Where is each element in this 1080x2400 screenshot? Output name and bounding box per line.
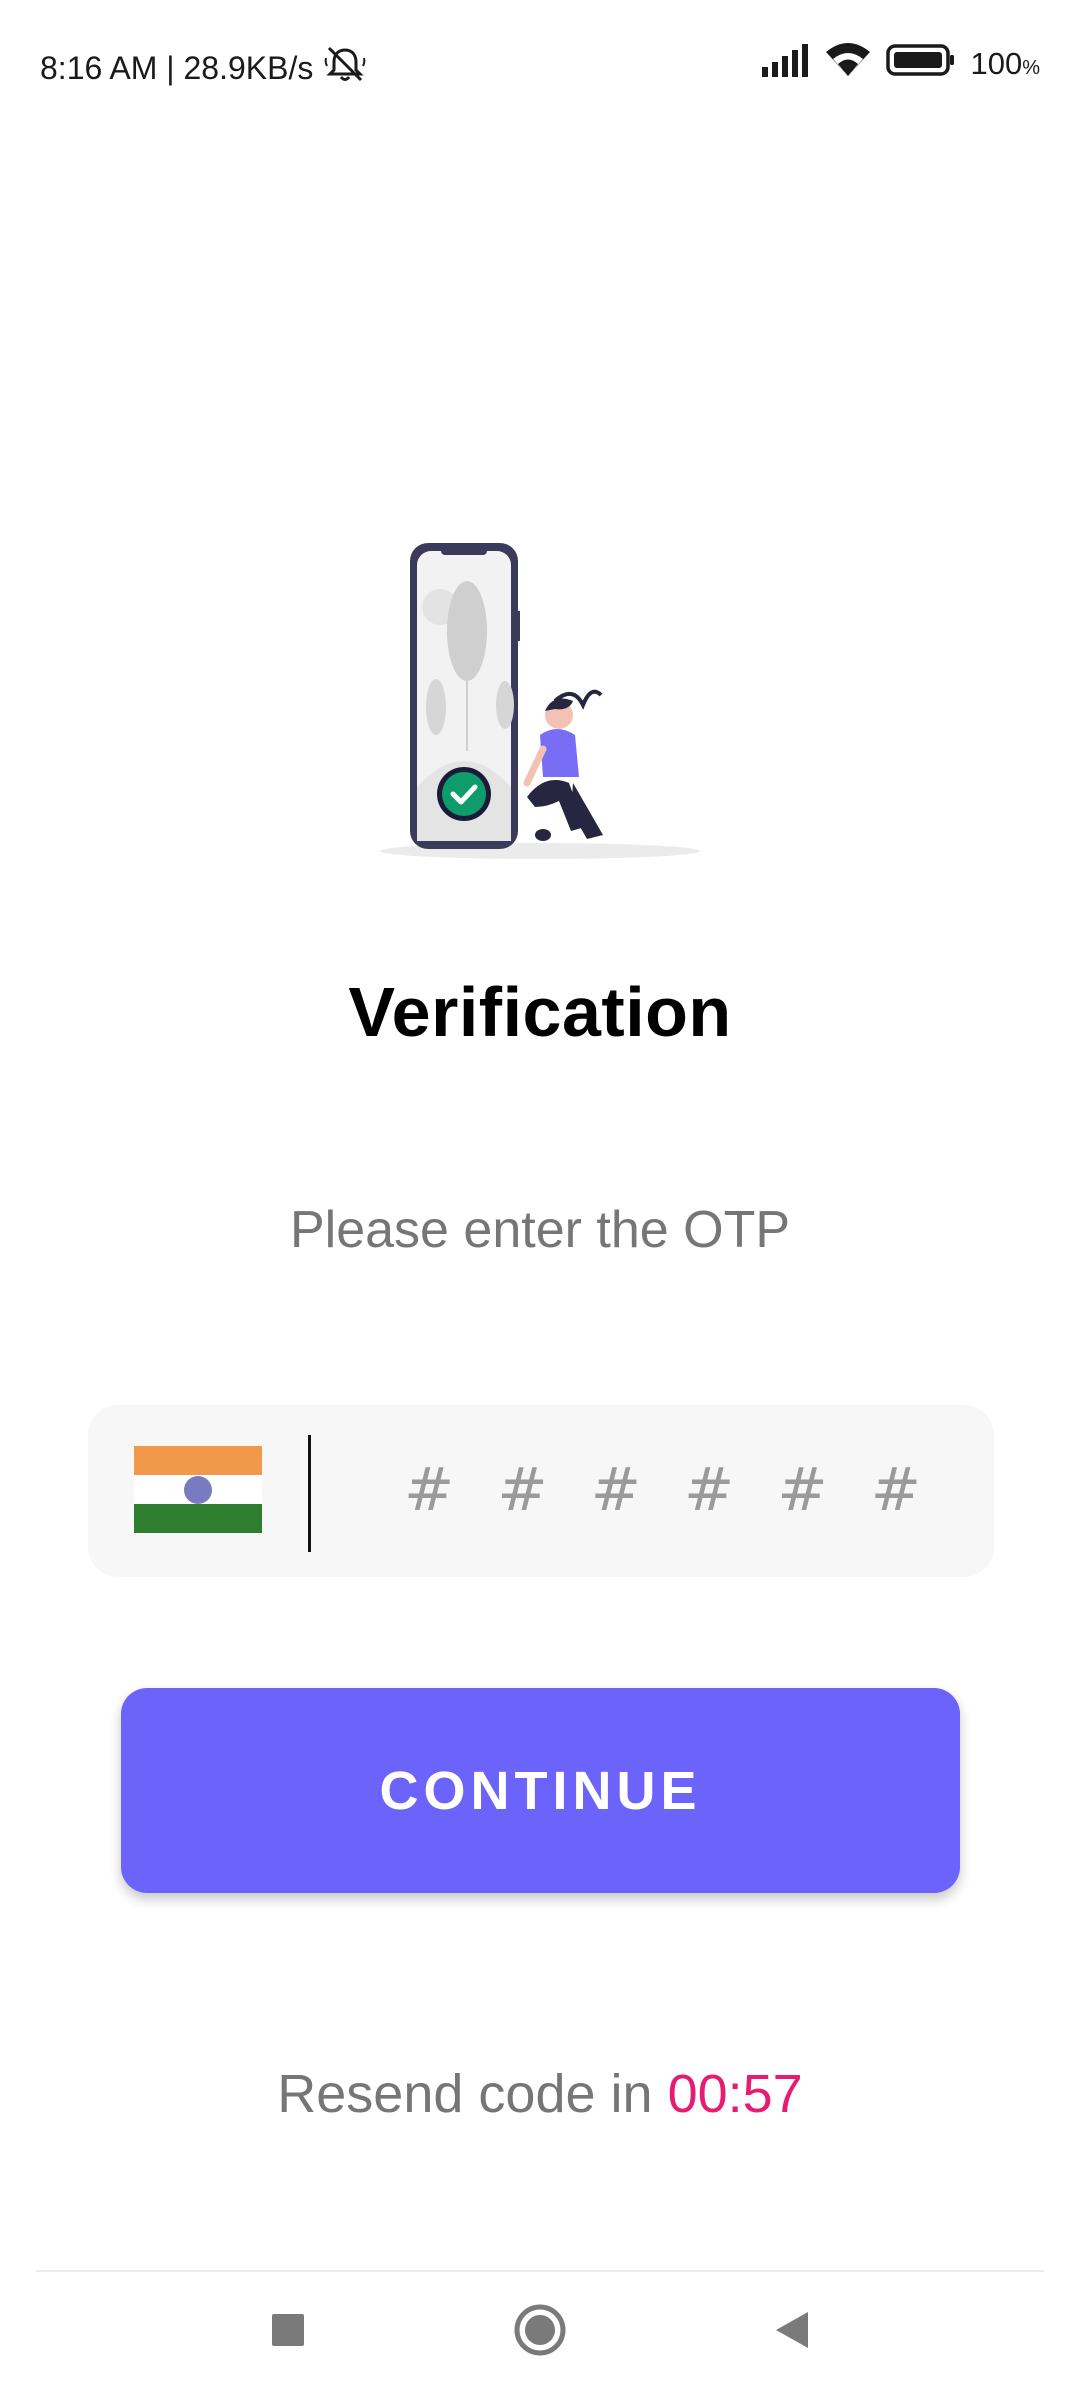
otp-input[interactable]	[404, 1445, 964, 1535]
page-subtitle: Please enter the OTP	[289, 1201, 791, 1259]
status-time-speed: 8:16 AM | 28.9KB/s	[40, 49, 314, 86]
flag-saffron-band	[134, 1446, 262, 1475]
flag-green-band	[134, 1504, 262, 1533]
battery-value: 100	[970, 46, 1023, 81]
signal-icon	[760, 43, 810, 85]
battery-icon	[886, 43, 956, 85]
bell-off-icon	[323, 44, 367, 92]
page-title: Verification	[348, 973, 732, 1051]
ashoka-chakra-icon	[184, 1475, 212, 1504]
text-cursor	[308, 1435, 311, 1552]
circle-icon	[513, 2303, 567, 2362]
wifi-icon	[824, 42, 872, 86]
battery-percent: 100%	[970, 46, 1040, 82]
triangle-back-icon	[772, 2310, 812, 2355]
continue-button[interactable]: CONTINUE	[121, 1688, 960, 1893]
back-button[interactable]	[752, 2292, 832, 2372]
india-flag-icon	[134, 1446, 262, 1533]
status-right: 100%	[760, 42, 1040, 86]
resend-timer: 00:57	[667, 2064, 803, 2124]
recent-apps-button[interactable]	[248, 2292, 328, 2372]
flag-white-band	[134, 1475, 262, 1504]
resend-code-text: Resend code in 00:57	[0, 2063, 1080, 2125]
square-icon	[270, 2312, 306, 2353]
status-left: 8:16 AM | 28.9KB/s	[40, 44, 367, 92]
verification-illustration	[375, 535, 705, 865]
home-button[interactable]	[500, 2292, 580, 2372]
resend-prefix: Resend code in	[277, 2064, 653, 2124]
status-bar: 8:16 AM | 28.9KB/s 100%	[0, 0, 1080, 130]
system-nav-bar	[0, 2272, 1080, 2400]
otp-field-container[interactable]	[88, 1405, 994, 1577]
battery-unit: %	[1022, 57, 1040, 79]
